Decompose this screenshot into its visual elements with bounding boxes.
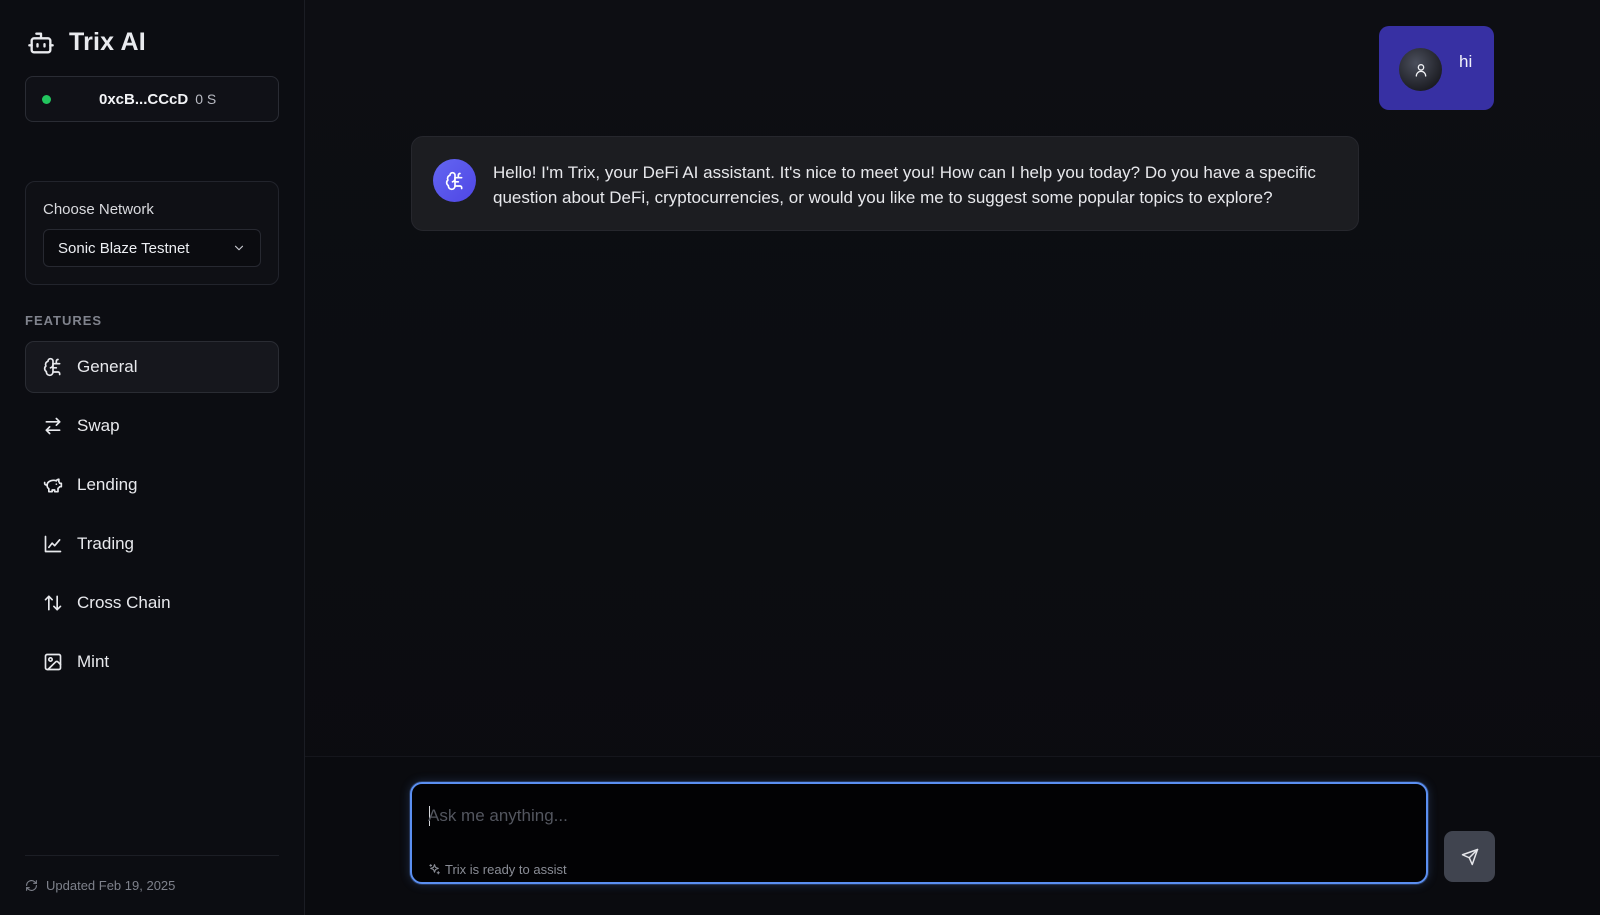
brain-icon (445, 171, 462, 190)
wallet-balance: 0 S (195, 91, 217, 107)
refresh-icon (26, 880, 37, 891)
last-updated-text: Updated Feb 19, 2025 (46, 878, 176, 893)
brand[interactable]: Trix AI (27, 28, 146, 57)
message-input[interactable] (428, 802, 1408, 830)
sidebar-item-label: Trading (77, 534, 135, 553)
sidebar-item-general[interactable]: General (25, 341, 279, 393)
sidebar-item-trading[interactable]: Trading (25, 518, 279, 570)
chevron-down-icon (234, 245, 244, 251)
network-select[interactable]: Sonic Blaze Testnet (43, 229, 261, 267)
sidebar-item-label: Lending (77, 475, 138, 494)
assistant-message: Hello! I'm Trix, your DeFi AI assistant.… (411, 136, 1359, 231)
chat-main: hi Hello! I'm Trix, your DeFi AI assista… (305, 0, 1600, 915)
user-message: hi (1379, 26, 1494, 110)
user-icon (1415, 63, 1426, 77)
composer-area: Trix is ready to assist (305, 756, 1600, 915)
piggy-bank-icon (43, 478, 63, 493)
send-button[interactable] (1444, 831, 1495, 882)
sidebar-footer: Updated Feb 19, 2025 (25, 855, 279, 915)
sidebar-item-label: Swap (77, 416, 120, 435)
bot-icon (28, 31, 54, 53)
composer-status: Trix is ready to assist (428, 862, 567, 877)
user-message-text: hi (1459, 52, 1473, 71)
send-icon (1461, 848, 1478, 865)
message-composer: Trix is ready to assist (410, 782, 1428, 884)
image-icon (44, 653, 62, 671)
feature-nav: General Swap Lending Trading Cross Chain… (25, 341, 279, 695)
sidebar-item-swap[interactable]: Swap (25, 400, 279, 452)
connection-status-dot (42, 94, 51, 104)
sidebar-item-mint[interactable]: Mint (25, 636, 279, 688)
wallet-button[interactable]: 0xcB...CCcD 0 S (25, 76, 279, 122)
network-card: Choose Network Sonic Blaze Testnet (25, 181, 279, 285)
line-chart-icon (44, 535, 62, 553)
assistant-avatar (433, 159, 476, 202)
network-label: Choose Network (43, 201, 154, 218)
sidebar-item-label: Mint (77, 652, 110, 671)
sidebar-item-label: Cross Chain (77, 593, 171, 612)
composer-status-text: Trix is ready to assist (445, 862, 567, 877)
network-selected-value: Sonic Blaze Testnet (58, 239, 190, 257)
features-section-label: FEATURES (25, 313, 103, 328)
wallet-address: 0xcB...CCcD (99, 90, 189, 108)
sidebar-item-cross-chain[interactable]: Cross Chain (25, 577, 279, 629)
app-title: Trix AI (69, 28, 146, 56)
sidebar-item-label: General (77, 357, 138, 376)
sidebar-item-lending[interactable]: Lending (25, 459, 279, 511)
message-list: hi Hello! I'm Trix, your DeFi AI assista… (305, 0, 1600, 756)
app-root: Trix AI 0xcB...CCcD 0 S Choose Network S… (0, 0, 1600, 915)
swap-arrows-icon (45, 417, 61, 435)
user-avatar (1399, 48, 1442, 91)
assistant-message-text: Hello! I'm Trix, your DeFi AI assistant.… (493, 163, 1316, 207)
brain-icon (43, 357, 61, 377)
up-down-arrows-icon (44, 595, 62, 611)
sidebar: Trix AI 0xcB...CCcD 0 S Choose Network S… (0, 0, 305, 915)
sparkles-icon (429, 864, 440, 875)
